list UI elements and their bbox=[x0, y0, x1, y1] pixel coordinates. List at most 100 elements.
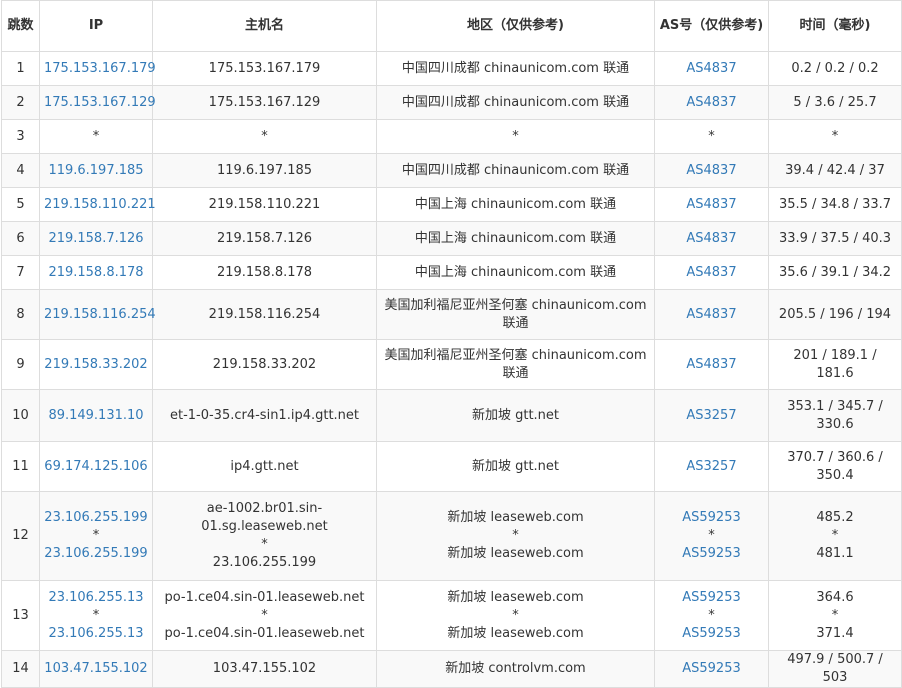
region-cell: 中国上海 chinaunicom.com 联通 bbox=[376, 255, 655, 290]
as-cell: AS4837 bbox=[654, 187, 769, 222]
ip-link[interactable]: 219.158.116.254 bbox=[44, 306, 156, 324]
as-cell: AS4837 bbox=[654, 51, 769, 86]
as-link[interactable]: AS4837 bbox=[659, 60, 764, 78]
time-cell: * bbox=[768, 119, 902, 154]
as-cell: AS4837 bbox=[654, 85, 769, 120]
ip-link[interactable]: 69.174.125.106 bbox=[44, 458, 148, 476]
ip-link[interactable]: 23.106.255.199 bbox=[44, 545, 148, 563]
hop-cell: 9 bbox=[1, 339, 40, 390]
host-text: 103.47.155.102 bbox=[212, 661, 317, 676]
as-link[interactable]: AS59253 bbox=[659, 625, 764, 643]
as-link[interactable]: AS3257 bbox=[659, 407, 764, 425]
as-link[interactable]: AS4837 bbox=[659, 356, 764, 374]
region-text: 新加坡 leaseweb.com bbox=[447, 546, 584, 561]
as-link[interactable]: AS4837 bbox=[659, 306, 764, 324]
as-cell: AS4837 bbox=[654, 221, 769, 256]
ip-link[interactable]: 23.106.255.13 bbox=[44, 625, 148, 643]
as-link[interactable]: AS4837 bbox=[659, 196, 764, 214]
time-text: 353.1 / 345.7 / 330.6 bbox=[787, 398, 883, 432]
as-link[interactable]: AS4837 bbox=[659, 230, 764, 248]
as-cell: AS59253 * AS59253 bbox=[654, 491, 769, 581]
ip-cell: 219.158.7.126 bbox=[39, 221, 153, 256]
ip-link[interactable]: 103.47.155.102 bbox=[44, 660, 148, 678]
region-cell: 中国上海 chinaunicom.com 联通 bbox=[376, 221, 655, 256]
ip-link[interactable]: 119.6.197.185 bbox=[44, 162, 148, 180]
host-text: po-1.ce04.sin-01.leaseweb.net bbox=[164, 625, 365, 641]
as-link[interactable]: AS59253 bbox=[659, 545, 764, 563]
host-cell: po-1.ce04.sin-01.leaseweb.net * po-1.ce04.… bbox=[152, 580, 377, 651]
host-text: 23.106.255.199 bbox=[212, 555, 317, 570]
ip-link[interactable]: 219.158.33.202 bbox=[44, 356, 148, 374]
host-cell: * bbox=[152, 119, 377, 154]
host-cell: 219.158.110.221 bbox=[152, 187, 377, 222]
host-cell: ip4.gtt.net bbox=[152, 441, 377, 492]
as-cell: AS3257 bbox=[654, 389, 769, 442]
ip-text: * bbox=[92, 128, 100, 144]
region-cell: 美国加利福尼亚州圣何塞 chinaunicom.com 联通 bbox=[376, 339, 655, 390]
ip-link[interactable]: 23.106.255.199 bbox=[44, 509, 148, 527]
as-link[interactable]: AS4837 bbox=[659, 94, 764, 112]
as-cell: AS4837 bbox=[654, 255, 769, 290]
region-cell: 新加坡 controlvm.com bbox=[376, 650, 655, 688]
as-link[interactable]: AS3257 bbox=[659, 458, 764, 476]
time-text: * bbox=[831, 607, 839, 623]
host-text: * bbox=[261, 128, 268, 144]
as-link[interactable]: AS59253 bbox=[659, 509, 764, 527]
region-text: 新加坡 gtt.net bbox=[471, 407, 560, 423]
hop-cell: 3 bbox=[1, 119, 40, 154]
region-cell: 中国四川成都 chinaunicom.com 联通 bbox=[376, 153, 655, 188]
ip-cell: 103.47.155.102 bbox=[39, 650, 153, 688]
time-cell: 497.9 / 500.7 / 503 bbox=[768, 650, 902, 688]
time-text: 371.4 bbox=[816, 625, 854, 641]
region-cell: 新加坡 leaseweb.com * 新加坡 leaseweb.com bbox=[376, 580, 655, 651]
as-cell: AS3257 bbox=[654, 441, 769, 492]
ip-link[interactable]: 175.153.167.129 bbox=[44, 94, 156, 112]
ip-cell: 219.158.110.221 bbox=[39, 187, 156, 222]
header-row: 跳数 IP 主机名 地区（仅供参考) AS号（仅供参考) 时间（毫秒) bbox=[1, 0, 902, 52]
ip-link[interactable]: 89.149.131.10 bbox=[44, 407, 148, 425]
host-text: 219.158.8.178 bbox=[216, 264, 313, 280]
table-row: 8 219.158.116.254 219.158.116.254 美国加利福尼亚州圣… bbox=[1, 289, 902, 340]
ip-cell: 89.149.131.10 bbox=[39, 389, 153, 442]
time-text: 201 / 189.1 / 181.6 bbox=[793, 347, 877, 381]
ip-link[interactable]: 23.106.255.13 bbox=[44, 589, 148, 607]
host-text: 219.158.7.126 bbox=[216, 230, 313, 246]
ip-cell: 219.158.33.202 bbox=[39, 339, 153, 390]
time-text: 0.2 / 0.2 / 0.2 bbox=[791, 60, 879, 76]
host-text: ip4.gtt.net bbox=[230, 458, 299, 474]
time-cell: 33.9 / 37.5 / 40.3 bbox=[768, 221, 902, 256]
host-cell: et-1-0-35.cr4-sin1.ip4.gtt.net bbox=[152, 389, 377, 442]
host-cell: 219.158.33.202 bbox=[152, 339, 377, 390]
table-row: 13 23.106.255.13 * 23.106.255.13 po-1.ce04.s… bbox=[1, 580, 902, 651]
table-row: 12 23.106.255.199 * 23.106.255.199 ae-1002.b… bbox=[1, 491, 902, 581]
host-cell: 119.6.197.185 bbox=[152, 153, 377, 188]
host-cell: ae-1002.br01.sin-01.sg.leaseweb.net * 23.1… bbox=[152, 491, 377, 581]
ip-link[interactable]: 219.158.7.126 bbox=[44, 230, 148, 248]
region-text: 中国上海 chinaunicom.com 联通 bbox=[414, 196, 617, 212]
ip-link[interactable]: 219.158.110.221 bbox=[44, 196, 156, 214]
hop-cell: 4 bbox=[1, 153, 40, 188]
ip-link[interactable]: 219.158.8.178 bbox=[44, 264, 148, 282]
host-cell: 175.153.167.129 bbox=[152, 85, 377, 120]
as-link[interactable]: AS4837 bbox=[659, 162, 764, 180]
header-ip: IP bbox=[39, 0, 153, 52]
time-text: 485.2 bbox=[816, 510, 854, 525]
time-cell: 5 / 3.6 / 25.7 bbox=[768, 85, 902, 120]
ip-link[interactable]: 175.153.167.179 bbox=[44, 60, 156, 78]
ip-cell: * bbox=[39, 119, 153, 154]
as-link[interactable]: AS59253 bbox=[659, 589, 764, 607]
as-link[interactable]: AS4837 bbox=[659, 264, 764, 282]
time-text: 497.9 / 500.7 / 503 bbox=[787, 652, 883, 685]
region-text: * bbox=[512, 128, 519, 144]
as-link[interactable]: AS59253 bbox=[659, 660, 764, 678]
hop-cell: 6 bbox=[1, 221, 40, 256]
table-row: 4 119.6.197.185 119.6.197.185 中国四川成都 chinau… bbox=[1, 153, 902, 188]
ip-cell: 219.158.8.178 bbox=[39, 255, 153, 290]
host-cell: 219.158.8.178 bbox=[152, 255, 377, 290]
time-cell: 364.6 * 371.4 bbox=[768, 580, 902, 651]
table-row: 6 219.158.7.126 219.158.7.126 中国上海 chinauni… bbox=[1, 221, 902, 256]
region-cell: 新加坡 gtt.net bbox=[376, 441, 655, 492]
region-text: * bbox=[512, 607, 519, 623]
region-text: 中国四川成都 chinaunicom.com 联通 bbox=[401, 94, 630, 110]
region-text: 中国四川成都 chinaunicom.com 联通 bbox=[401, 162, 630, 178]
